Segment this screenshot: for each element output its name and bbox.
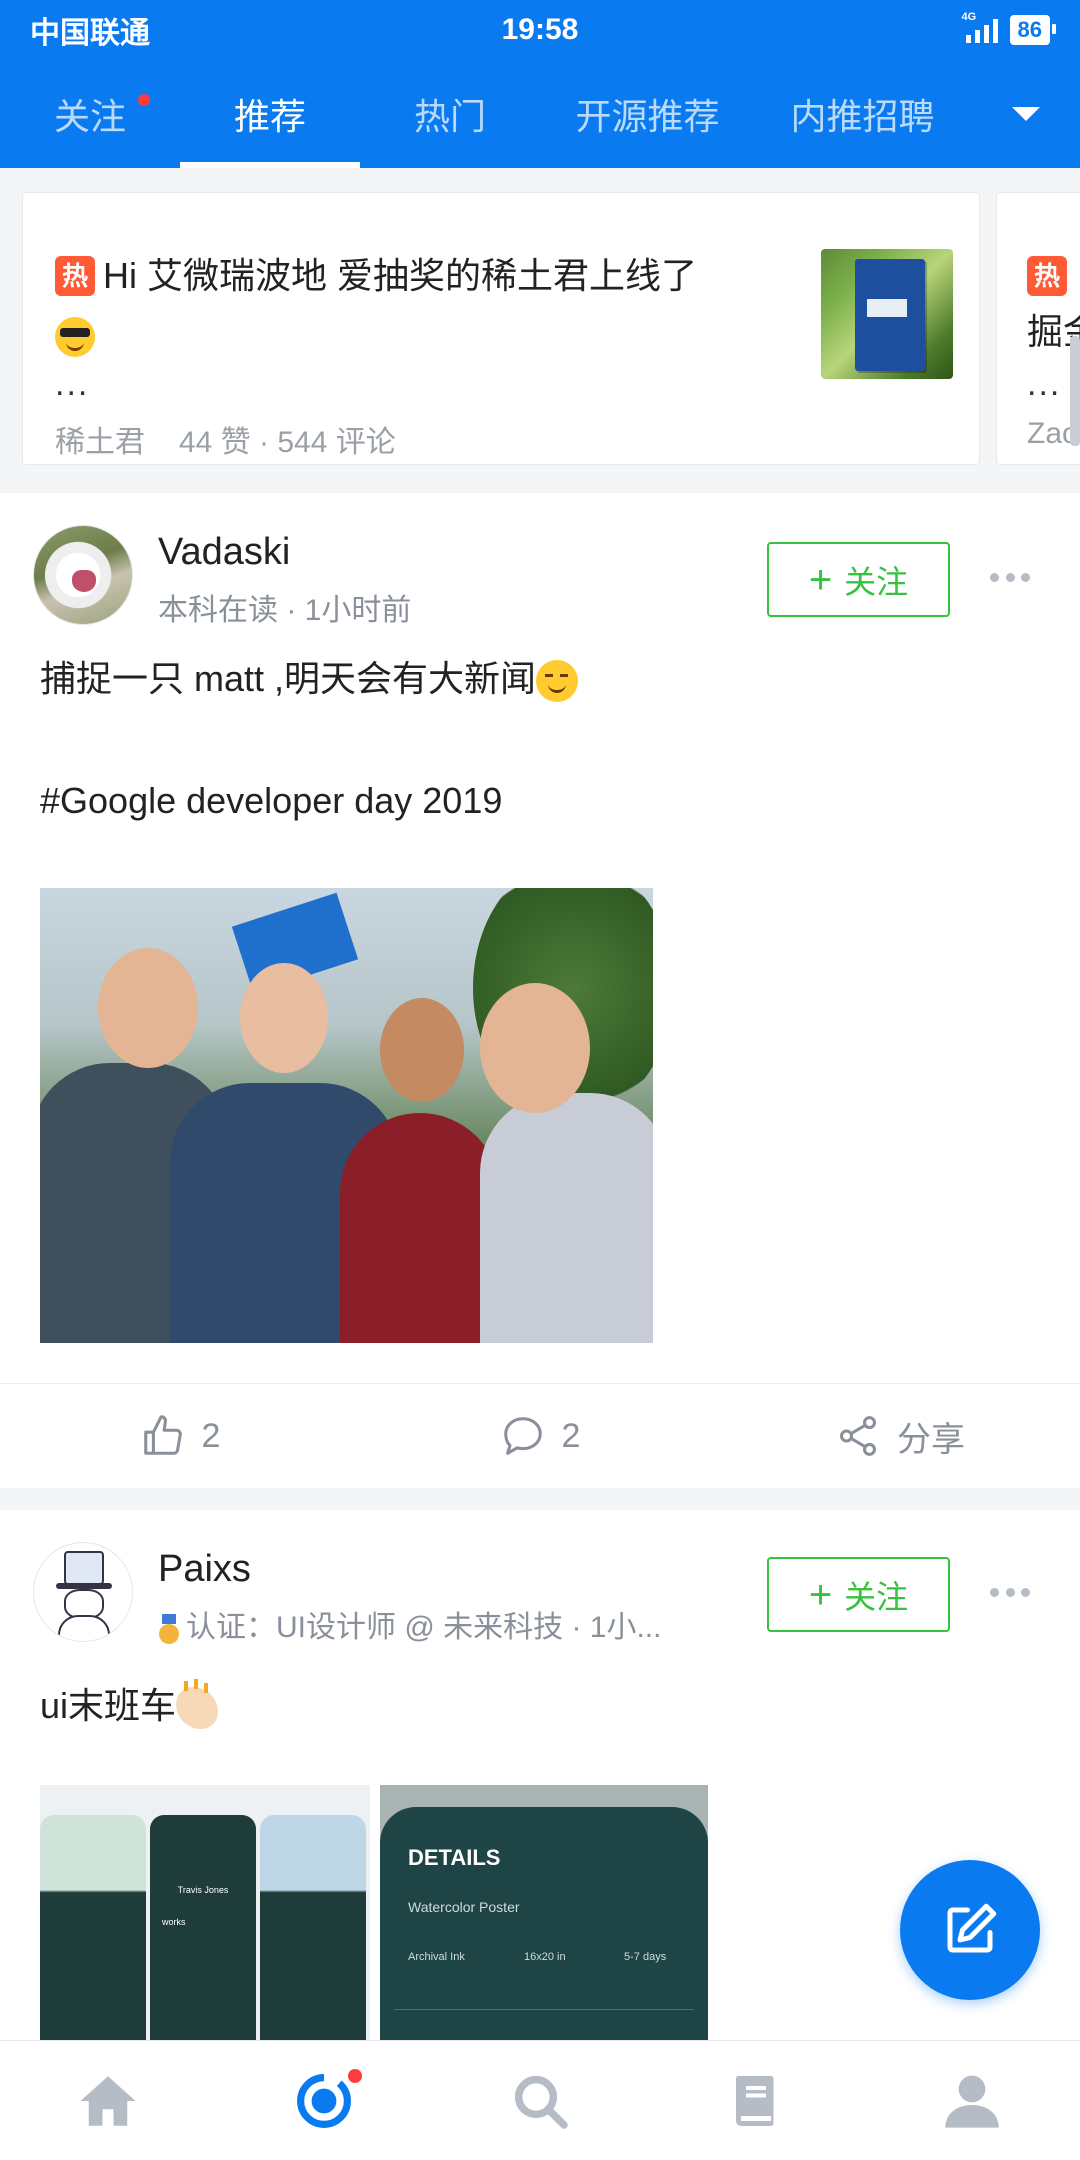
shot-app-section: works <box>162 1917 186 1927</box>
chevron-down-icon[interactable] <box>1012 107 1040 121</box>
post-subtitle: 认证：UI设计师 @ 未来科技 · 1小... <box>158 1602 661 1646</box>
hot-card-thumbnail <box>821 249 953 379</box>
signal-icon: 4G <box>962 11 998 43</box>
comment-count: 2 <box>561 1416 581 1455</box>
tab-following[interactable]: 关注 <box>0 60 180 168</box>
medal-icon <box>158 1614 180 1645</box>
unread-dot <box>138 94 150 106</box>
post-images: Travis Jones works DETAILS Watercolor Po… <box>40 1785 708 2040</box>
nav-home[interactable] <box>0 2041 216 2160</box>
hot-carousel[interactable]: 热 Hi 艾微瑞波地 爱抽奖的稀土君上线了 ... 稀土君 44 赞 · 544 评… <box>0 168 1080 493</box>
feed-post: Vadaski 本科在读 · 1小时前 + 关注 捕捉一只 matt ,明天会有… <box>0 493 1080 1488</box>
clock: 19:58 <box>501 13 579 46</box>
nav-search[interactable] <box>432 2041 648 2160</box>
book-icon <box>736 2075 774 2126</box>
carrier-label: 中国联通 <box>30 17 150 50</box>
shot-detail-title: DETAILS <box>408 1845 501 1870</box>
network-type: 4G <box>961 11 977 23</box>
profile-icon <box>945 2075 999 2128</box>
plus-icon: + <box>808 1572 833 1617</box>
post-hashtag[interactable]: #Google developer day 2019 <box>40 775 502 827</box>
hot-card[interactable]: 热 Hi 艾微瑞波地 爱抽奖的稀土君上线了 ... 稀土君 44 赞 · 544 评… <box>22 192 980 465</box>
notification-dot <box>348 2069 362 2083</box>
tab-label: 热门 <box>413 96 486 137</box>
bottom-nav <box>0 2040 1080 2160</box>
discover-icon <box>297 2073 351 2128</box>
like-button[interactable]: 2 <box>0 1384 360 1488</box>
clap-emoji-icon <box>176 1681 219 1730</box>
tab-referral-jobs[interactable]: 内推招聘 <box>755 60 970 168</box>
edit-icon <box>947 1903 997 1953</box>
post-username[interactable]: Vadaski <box>158 531 290 574</box>
hot-card-next[interactable]: 热 掘金 ... Zac <box>996 192 1080 465</box>
like-count: 2 <box>201 1416 221 1455</box>
nav-books[interactable] <box>648 2041 864 2160</box>
post-username[interactable]: Paixs <box>158 1548 251 1591</box>
more-options-icon[interactable] <box>990 573 1030 585</box>
post-image[interactable]: Travis Jones works <box>40 1785 370 2040</box>
hot-card-meta: 稀土君 44 赞 · 544 评论 <box>55 417 396 461</box>
avatar[interactable] <box>33 1542 133 1642</box>
post-subtitle: 本科在读 · 1小时前 <box>158 594 412 627</box>
category-tabs: 关注 推荐 热门 开源推荐 内推招聘 <box>0 60 1080 168</box>
share-label: 分享 <box>897 1420 965 1459</box>
tab-hot[interactable]: 热门 <box>360 60 540 168</box>
compose-button[interactable] <box>900 1860 1040 2000</box>
avatar[interactable] <box>33 525 133 625</box>
tab-label: 关注 <box>53 96 126 137</box>
follow-button[interactable]: + 关注 <box>767 1557 950 1632</box>
tab-label: 开源推荐 <box>575 96 720 137</box>
hot-badge: 热 <box>55 256 95 297</box>
tab-recommended[interactable]: 推荐 <box>180 60 360 168</box>
nav-profile[interactable] <box>864 2041 1080 2160</box>
post-actions: 2 2 分享 <box>0 1383 1080 1488</box>
post-text: 捕捉一只 matt ,明天会有大新闻 <box>40 653 579 705</box>
smirk-emoji-icon <box>536 660 579 703</box>
sunglasses-emoji-icon <box>55 316 95 357</box>
comment-icon <box>503 1417 542 1455</box>
nav-discover[interactable] <box>216 2041 432 2160</box>
shot-detail-subtitle: Watercolor Poster <box>408 1899 520 1915</box>
thumbs-up-icon <box>143 1415 182 1455</box>
hot-card-author: 稀土君 <box>55 426 145 459</box>
post-text: ui末班车 <box>40 1680 219 1732</box>
follow-button[interactable]: + 关注 <box>767 542 950 617</box>
hot-card-ellipsis: ... <box>55 365 90 403</box>
tab-label: 推荐 <box>233 96 306 137</box>
home-icon <box>80 2075 136 2126</box>
share-button[interactable]: 分享 <box>720 1384 1080 1488</box>
post-photo[interactable] <box>40 888 653 1343</box>
battery-level: 86 <box>1009 15 1057 45</box>
tab-label: 内推招聘 <box>790 96 935 137</box>
search-icon <box>514 2075 568 2129</box>
plus-icon: + <box>808 557 833 602</box>
shot-app-name: Travis Jones <box>177 1885 229 1895</box>
share-icon <box>839 1416 877 1456</box>
status-bar: 中国联通 19:58 4G 86 <box>0 0 1080 60</box>
post-image[interactable]: DETAILS Watercolor Poster Archival Ink 1… <box>380 1785 708 2040</box>
comment-button[interactable]: 2 <box>360 1384 720 1488</box>
hot-card-stats: 44 赞 · 544 评论 <box>179 426 396 459</box>
hot-card-title: 热 Hi 艾微瑞波地 爱抽奖的稀土君上线了 <box>55 245 795 363</box>
tab-open-source[interactable]: 开源推荐 <box>540 60 755 168</box>
scrollbar[interactable] <box>1070 336 1080 446</box>
more-options-icon[interactable] <box>990 1588 1030 1600</box>
